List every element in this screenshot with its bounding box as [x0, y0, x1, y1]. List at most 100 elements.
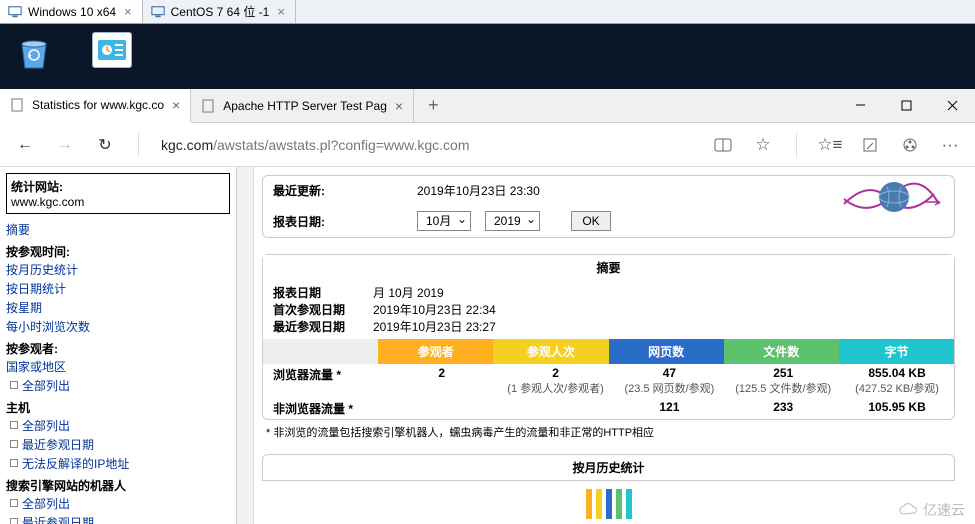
val-v: 2: [552, 366, 559, 380]
sub-h: (125.5 文件数/参观): [728, 380, 838, 396]
nav-host-recent[interactable]: 最近参观日期: [6, 435, 230, 454]
watermark: 亿速云: [899, 500, 965, 520]
last-update-label: 最近更新:: [273, 182, 403, 199]
empty: [385, 398, 499, 419]
refresh-button[interactable]: ↻: [94, 134, 116, 156]
bar-v: [596, 489, 602, 519]
sub-k: (427.52 KB/参观): [842, 380, 952, 396]
year-select[interactable]: 2019: [485, 211, 540, 231]
nav-country[interactable]: 国家或地区: [6, 357, 230, 376]
close-icon[interactable]: ×: [275, 4, 287, 19]
close-icon[interactable]: ×: [122, 4, 134, 19]
back-button[interactable]: ←: [14, 134, 36, 156]
window-controls: [837, 90, 975, 122]
sub-v: (1 参观人次/参观者): [501, 380, 611, 396]
edge-browser: Statistics for www.kgc.co × Apache HTTP …: [0, 89, 975, 524]
windows-desktop: [0, 24, 975, 89]
val-h: 251: [773, 366, 793, 380]
browser-tab-apache[interactable]: Apache HTTP Server Test Pag ×: [191, 89, 414, 123]
val-p: 47: [663, 366, 676, 380]
viewed-traffic-row: 浏览器流量 * 2 2(1 参观人次/参观者) 47(23.5 网页数/参观) …: [263, 364, 954, 398]
vm-tab-label: Windows 10 x64: [28, 5, 116, 19]
nav-daily[interactable]: 按日期统计: [6, 279, 230, 298]
nav-robots-header: 搜索引擎网站的机器人: [6, 477, 230, 494]
val-u: 2: [438, 366, 445, 380]
vm-tab-centos[interactable]: CentOS 7 64 位 -1 ×: [143, 0, 296, 23]
share-icon[interactable]: [899, 134, 921, 156]
summary-panel: 摘要 报表日期月 10月 2019 首次参观日期2019年10月23日 22:3…: [262, 254, 955, 420]
report-date-v: 月 10月 2019: [373, 284, 444, 301]
vm-tab-bar: Windows 10 x64 × CentOS 7 64 位 -1 ×: [0, 0, 975, 24]
summary-footnote: * 非浏览的流量包括搜索引擎机器人，蠕虫病毒产生的流量和非正常的HTTP相应: [262, 420, 955, 440]
vm-tab-windows[interactable]: Windows 10 x64 ×: [0, 0, 143, 23]
more-icon[interactable]: ···: [939, 134, 961, 156]
reading-view-icon[interactable]: [712, 134, 734, 156]
site-box: 统计网站: www.kgc.com: [6, 173, 230, 214]
awstats-frame: 统计网站: www.kgc.com 摘要 按参观时间: 按月历史统计 按日期统计…: [0, 167, 975, 524]
control-panel[interactable]: [88, 32, 136, 68]
tab-label: Statistics for www.kgc.co: [32, 98, 164, 112]
nav-hourly[interactable]: 每小时浏览次数: [6, 317, 230, 336]
month-select[interactable]: 10月: [417, 211, 471, 231]
sidebar-scrollbar[interactable]: [237, 167, 254, 524]
row-label: 浏览器流量 *: [263, 364, 385, 398]
nav-robots-full[interactable]: 全部列出: [6, 494, 230, 513]
empty-cell: [263, 339, 378, 364]
report-date-l: 报表日期: [273, 284, 373, 301]
awstats-logo: [839, 169, 949, 229]
col-hits: 文件数: [724, 339, 839, 364]
monthly-bars: [262, 481, 955, 519]
site-label: 统计网站:: [11, 178, 225, 195]
row-label: 非浏览器流量 *: [263, 398, 385, 419]
report-date-label: 报表日期:: [273, 213, 403, 230]
maximize-button[interactable]: [883, 90, 929, 122]
browser-tab-awstats[interactable]: Statistics for www.kgc.co ×: [0, 89, 191, 123]
nav-summary[interactable]: 摘要: [6, 220, 230, 239]
forward-button[interactable]: →: [54, 134, 76, 156]
nav-host-header: 主机: [6, 399, 230, 416]
bar-k: [626, 489, 632, 519]
nav-host-unresolved[interactable]: 无法反解译的IP地址: [6, 454, 230, 473]
last-visit-l: 最近参观日期: [273, 318, 373, 335]
browser-tab-bar: Statistics for www.kgc.co × Apache HTTP …: [0, 89, 975, 123]
nav-weekday[interactable]: 按星期: [6, 298, 230, 317]
control-panel-icon: [92, 32, 132, 68]
close-icon[interactable]: ×: [172, 97, 180, 113]
close-icon[interactable]: ×: [395, 98, 403, 114]
url-field[interactable]: kgc.com/awstats/awstats.pl?config=www.kg…: [161, 137, 694, 153]
nav-host-full[interactable]: 全部列出: [6, 416, 230, 435]
summary-header-row: 参观者 参观人次 网页数 文件数 字节: [263, 339, 954, 364]
summary-title: 摘要: [263, 255, 954, 280]
bar-u: [586, 489, 592, 519]
new-tab-button[interactable]: +: [414, 95, 453, 116]
first-visit-l: 首次参观日期: [273, 301, 373, 318]
col-visits: 参观人次: [493, 339, 608, 364]
nav-who-header: 按参观者:: [6, 340, 230, 357]
col-bandwidth: 字节: [839, 339, 954, 364]
close-button[interactable]: [929, 90, 975, 122]
tab-label: Apache HTTP Server Test Pag: [223, 99, 387, 113]
recycle-bin-icon: [14, 32, 54, 72]
awstats-main: 最近更新: 2019年10月23日 23:30 报表日期: 10月 2019 O…: [254, 167, 975, 524]
empty: [499, 398, 613, 419]
nav-country-full[interactable]: 全部列出: [6, 376, 230, 395]
nav-robots-recent[interactable]: 最近参观日期: [6, 513, 230, 524]
monthly-history-title: 按月历史统计: [262, 454, 955, 481]
bar-p: [606, 489, 612, 519]
val-k: 855.04 KB: [868, 366, 925, 380]
minimize-button[interactable]: [837, 90, 883, 122]
notes-icon[interactable]: [859, 134, 881, 156]
recycle-bin[interactable]: [10, 32, 58, 72]
divider: [138, 133, 139, 157]
favorite-icon[interactable]: ☆: [752, 134, 774, 156]
ok-button[interactable]: OK: [571, 211, 610, 231]
col-unique: 参观者: [378, 339, 493, 364]
sub-p: (23.5 网页数/参观): [614, 380, 724, 396]
cloud-icon: [899, 503, 919, 517]
address-bar: ← → ↻ kgc.com/awstats/awstats.pl?config=…: [0, 123, 975, 167]
favorites-list-icon[interactable]: ☆≡: [819, 134, 841, 156]
val-k: 105.95 KB: [868, 400, 925, 414]
nav-when-header: 按参观时间:: [6, 243, 230, 260]
monitor-icon: [151, 5, 165, 19]
nav-monthly[interactable]: 按月历史统计: [6, 260, 230, 279]
